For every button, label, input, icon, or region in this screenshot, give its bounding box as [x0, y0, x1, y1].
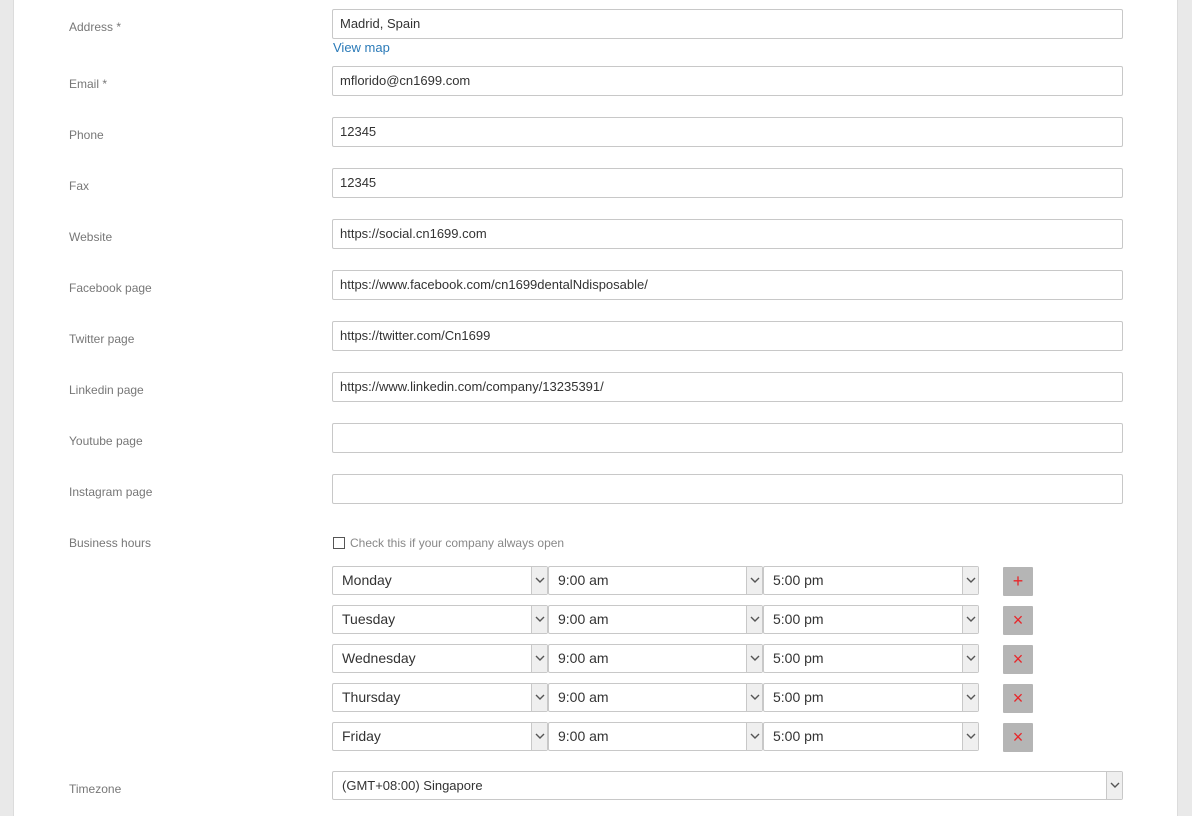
youtube-label: Youtube page — [69, 434, 143, 448]
plus-icon: + — [1012, 571, 1024, 591]
always-open-checkbox[interactable] — [333, 537, 345, 549]
chevron-down-icon[interactable] — [531, 567, 547, 594]
youtube-input[interactable] — [332, 423, 1123, 453]
linkedin-input[interactable]: https://www.linkedin.com/company/1323539… — [332, 372, 1123, 402]
remove-hours-button[interactable]: × — [1003, 723, 1033, 752]
twitter-label: Twitter page — [69, 332, 135, 346]
chevron-down-icon[interactable] — [531, 684, 547, 711]
address-input[interactable]: Madrid, Spain — [332, 9, 1123, 39]
open-time-select-value: 9:00 am — [558, 611, 609, 627]
close-time-select[interactable]: 5:00 pm — [763, 722, 979, 751]
open-time-select-value: 9:00 am — [558, 689, 609, 705]
close-time-select-value: 5:00 pm — [773, 572, 824, 588]
close-icon: × — [1012, 727, 1024, 747]
chevron-down-icon[interactable] — [531, 606, 547, 633]
open-time-select[interactable]: 9:00 am — [548, 605, 763, 634]
chevron-down-icon[interactable] — [531, 645, 547, 672]
facebook-label: Facebook page — [69, 281, 152, 295]
close-time-select-value: 5:00 pm — [773, 689, 824, 705]
remove-hours-button[interactable]: × — [1003, 606, 1033, 635]
always-open-label: Check this if your company always open — [350, 536, 565, 550]
phone-input[interactable]: 12345 — [332, 117, 1123, 147]
day-select-value: Thursday — [342, 689, 401, 705]
chevron-down-icon[interactable] — [746, 684, 762, 711]
business-hours-label: Business hours — [69, 536, 152, 550]
chevron-down-icon[interactable] — [962, 567, 978, 594]
add-hours-button[interactable]: + — [1003, 567, 1033, 596]
chevron-down-icon[interactable] — [962, 606, 978, 633]
remove-hours-button[interactable]: × — [1003, 684, 1033, 713]
day-select[interactable]: Tuesday — [332, 605, 548, 634]
company-form-panel: Address * Madrid, Spain View map Email *… — [13, 0, 1178, 816]
facebook-input[interactable]: https://www.facebook.com/cn1699dentalNdi… — [332, 270, 1123, 300]
day-select[interactable]: Thursday — [332, 683, 548, 712]
chevron-down-icon[interactable] — [531, 723, 547, 750]
close-time-select[interactable]: 5:00 pm — [763, 644, 979, 673]
close-time-select[interactable]: 5:00 pm — [763, 683, 979, 712]
chevron-down-icon[interactable] — [962, 684, 978, 711]
instagram-input[interactable] — [332, 474, 1123, 504]
open-time-select-value: 9:00 am — [558, 728, 609, 744]
chevron-down-icon[interactable] — [1106, 772, 1122, 799]
chevron-down-icon[interactable] — [746, 606, 762, 633]
fax-label: Fax — [69, 179, 90, 193]
close-icon: × — [1012, 610, 1024, 630]
close-time-select-value: 5:00 pm — [773, 650, 824, 666]
close-time-select[interactable]: 5:00 pm — [763, 605, 979, 634]
close-icon: × — [1012, 649, 1024, 669]
close-time-select-value: 5:00 pm — [773, 728, 824, 744]
view-map-link[interactable]: View map — [333, 40, 390, 55]
close-icon: × — [1012, 688, 1024, 708]
day-select-value: Wednesday — [342, 650, 416, 666]
chevron-down-icon[interactable] — [746, 567, 762, 594]
website-label: Website — [69, 230, 113, 244]
email-label: Email * — [69, 77, 108, 91]
day-select-value: Friday — [342, 728, 381, 744]
linkedin-label: Linkedin page — [69, 383, 144, 397]
open-time-select-value: 9:00 am — [558, 572, 609, 588]
day-select-value: Tuesday — [342, 611, 396, 627]
timezone-select[interactable]: (GMT+08:00) Singapore — [332, 771, 1123, 800]
open-time-select-value: 9:00 am — [558, 650, 609, 666]
address-label: Address * — [69, 20, 122, 34]
website-input[interactable]: https://social.cn1699.com — [332, 219, 1123, 249]
close-time-select-value: 5:00 pm — [773, 611, 824, 627]
email-input[interactable]: mflorido@cn1699.com — [332, 66, 1123, 96]
chevron-down-icon[interactable] — [746, 645, 762, 672]
timezone-label: Timezone — [69, 782, 122, 796]
open-time-select[interactable]: 9:00 am — [548, 566, 763, 595]
chevron-down-icon[interactable] — [962, 723, 978, 750]
close-time-select[interactable]: 5:00 pm — [763, 566, 979, 595]
chevron-down-icon[interactable] — [962, 645, 978, 672]
day-select-value: Monday — [342, 572, 392, 588]
day-select[interactable]: Wednesday — [332, 644, 548, 673]
open-time-select[interactable]: 9:00 am — [548, 722, 763, 751]
phone-label: Phone — [69, 128, 104, 142]
instagram-label: Instagram page — [69, 485, 153, 499]
day-select[interactable]: Monday — [332, 566, 548, 595]
open-time-select[interactable]: 9:00 am — [548, 644, 763, 673]
chevron-down-icon[interactable] — [746, 723, 762, 750]
timezone-value: (GMT+08:00) Singapore — [342, 778, 483, 793]
twitter-input[interactable]: https://twitter.com/Cn1699 — [332, 321, 1123, 351]
remove-hours-button[interactable]: × — [1003, 645, 1033, 674]
fax-input[interactable]: 12345 — [332, 168, 1123, 198]
open-time-select[interactable]: 9:00 am — [548, 683, 763, 712]
day-select[interactable]: Friday — [332, 722, 548, 751]
